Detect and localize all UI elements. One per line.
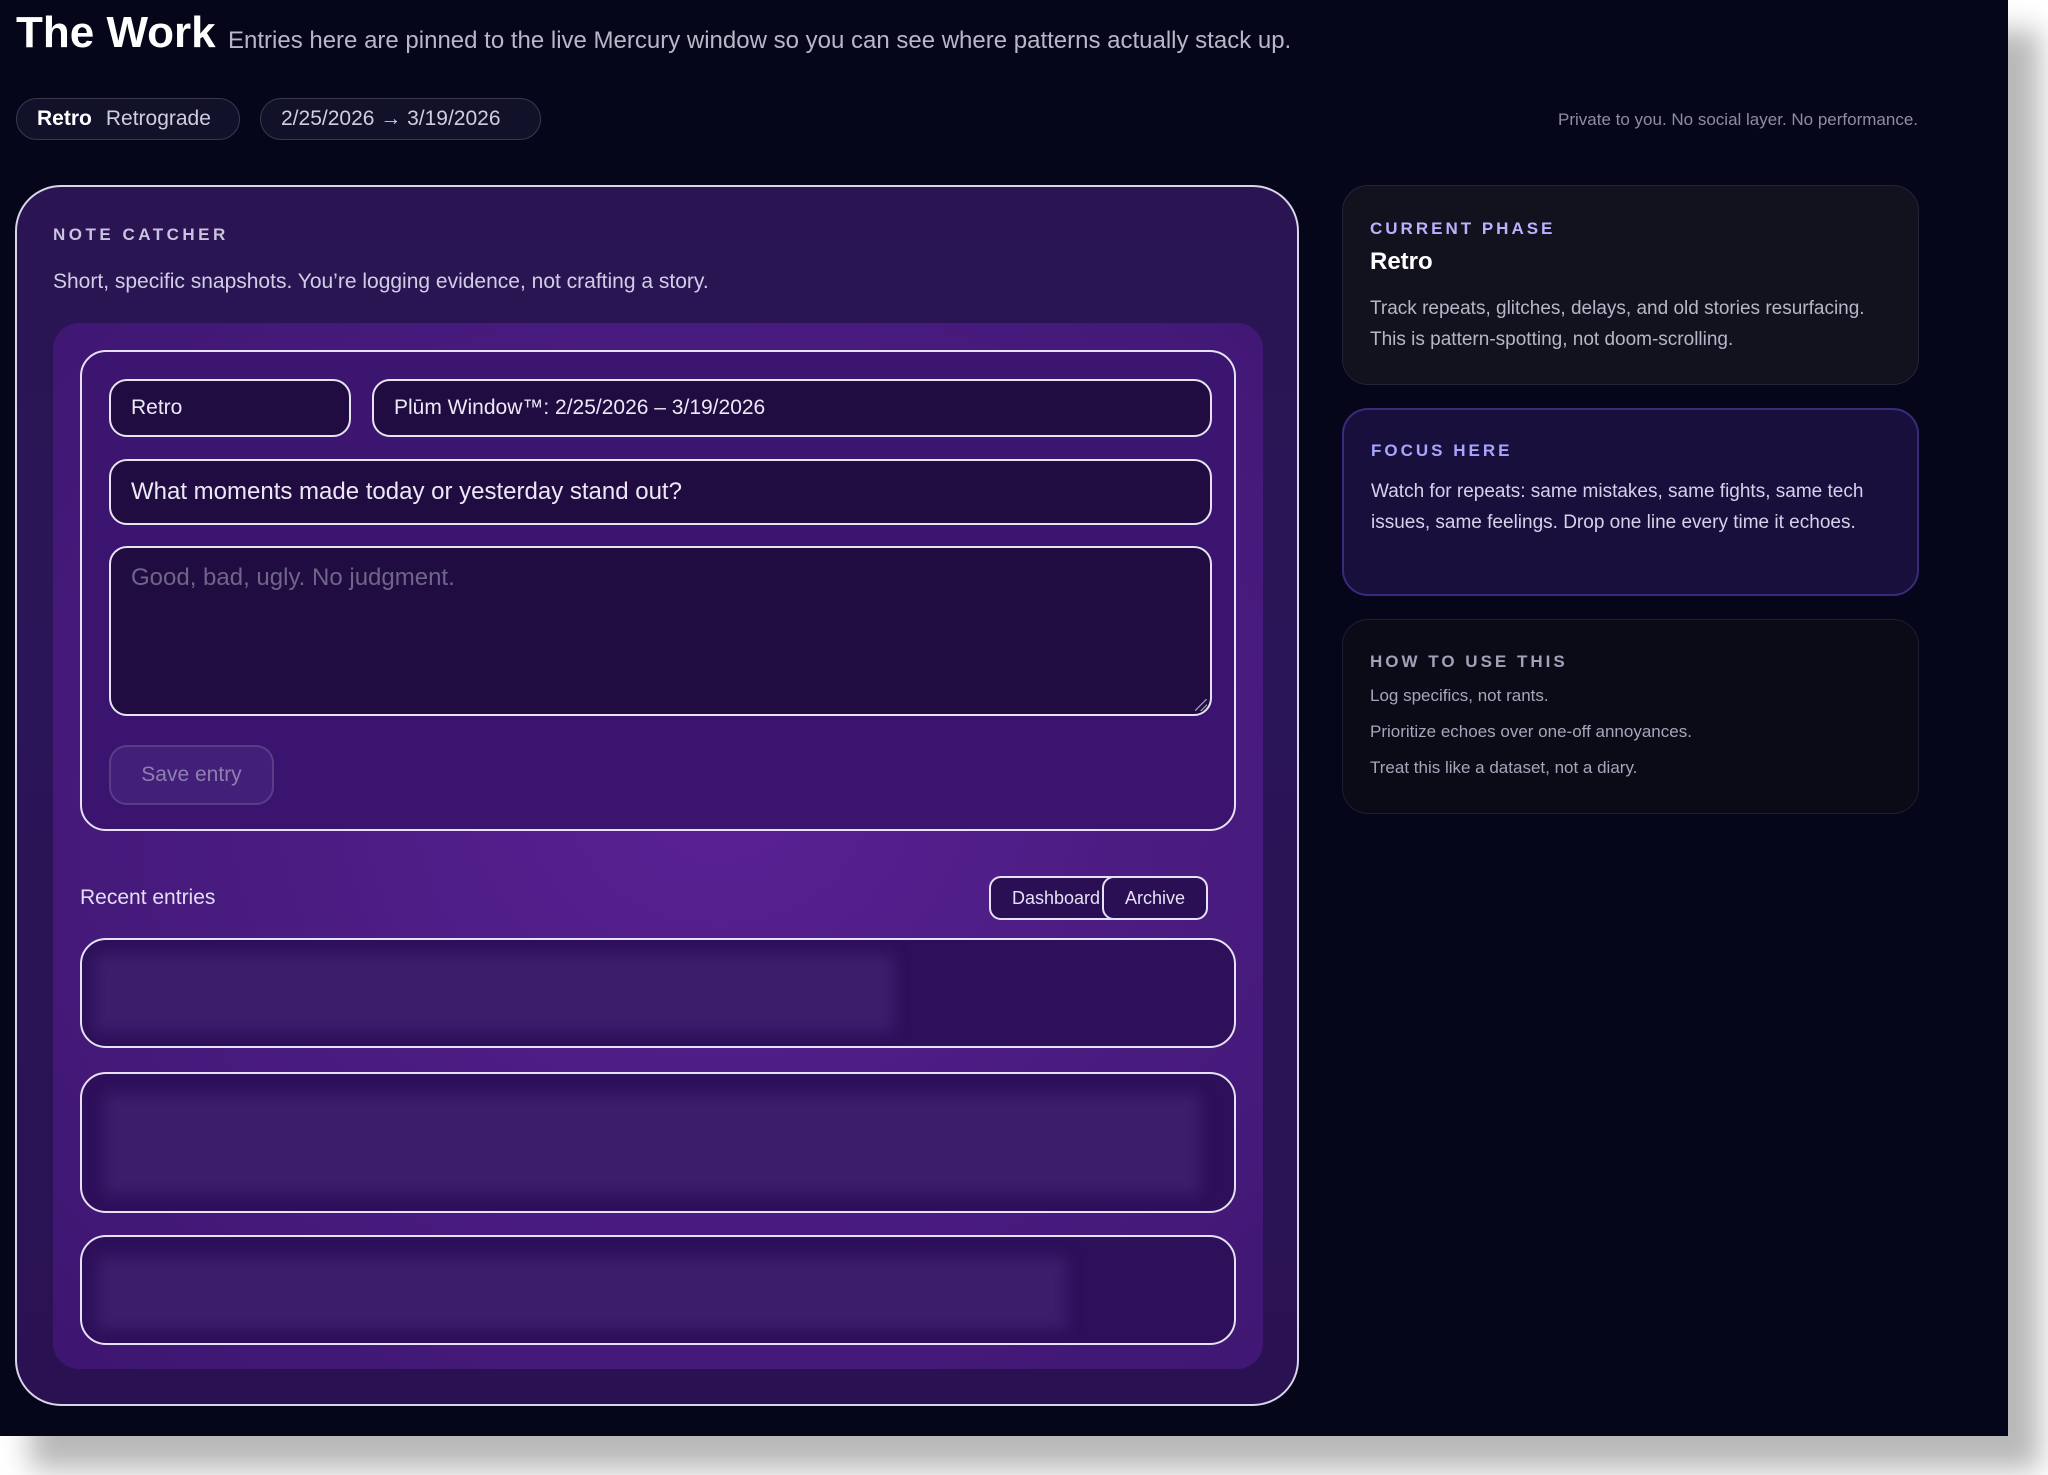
page-title: The Work <box>16 8 216 57</box>
recent-entries-label: Recent entries <box>80 886 216 909</box>
how-to-item: Log specifics, not rants. <box>1370 686 1549 705</box>
privacy-note: Private to you. No social layer. No perf… <box>1558 110 1918 129</box>
focus-description: Watch for repeats: same mistakes, same f… <box>1371 481 1864 533</box>
redacted-entry-content <box>104 1094 1200 1194</box>
current-phase-label: CURRENT PHASE <box>1370 219 1556 238</box>
recent-entry[interactable] <box>80 938 1236 1048</box>
how-to-label: HOW TO USE THIS <box>1370 652 1568 671</box>
current-phase-description: Track repeats, glitches, delays, and old… <box>1370 298 1865 350</box>
date-range-pill[interactable]: 2/25/2026 → 3/19/2026 <box>260 98 541 140</box>
resize-handle-icon[interactable] <box>1195 699 1207 711</box>
entry-placeholder: Good, bad, ugly. No judgment. <box>131 564 455 591</box>
save-entry-button[interactable]: Save entry <box>109 745 274 805</box>
how-to-item: Prioritize echoes over one-off annoyance… <box>1370 722 1692 741</box>
phase-pill-long: Retrograde <box>105 107 211 130</box>
how-to-item: Treat this like a dataset, not a diary. <box>1370 758 1638 777</box>
redacted-entry-content <box>94 954 894 1032</box>
recent-entry[interactable] <box>80 1072 1236 1213</box>
archive-button[interactable]: Archive <box>1102 876 1208 920</box>
how-to-list: Log specifics, not rants. Prioritize ech… <box>1370 685 1692 793</box>
note-catcher-label: NOTE CATCHER <box>53 225 229 244</box>
current-phase-name: Retro <box>1370 248 1433 275</box>
note-catcher-description: Short, specific snapshots. You’re loggin… <box>53 270 709 293</box>
phase-pill-short: Retro <box>37 107 92 130</box>
page-subtitle: Entries here are pinned to the live Merc… <box>228 27 1292 54</box>
redacted-entry-content <box>98 1257 1066 1329</box>
focus-label: FOCUS HERE <box>1371 441 1513 460</box>
entry-form: Retro Plūm Window™: 2/25/2026 – 3/19/202… <box>80 350 1236 831</box>
recent-entry[interactable] <box>80 1235 1236 1345</box>
phase-pill[interactable]: Retro Retrograde <box>16 98 240 140</box>
app-window: The Work Entries here are pinned to the … <box>0 0 2008 1436</box>
current-phase-card: CURRENT PHASE Retro Track repeats, glitc… <box>1342 185 1919 385</box>
phase-select[interactable]: Retro <box>109 379 351 437</box>
entry-textarea[interactable]: Good, bad, ugly. No judgment. <box>109 546 1212 716</box>
prompt-field[interactable]: What moments made today or yesterday sta… <box>109 459 1212 525</box>
note-catcher-card: NOTE CATCHER Short, specific snapshots. … <box>15 185 1299 1406</box>
note-catcher-panel: Retro Plūm Window™: 2/25/2026 – 3/19/202… <box>53 323 1263 1369</box>
focus-card: FOCUS HERE Watch for repeats: same mista… <box>1342 408 1919 596</box>
how-to-card: HOW TO USE THIS Log specifics, not rants… <box>1342 619 1919 814</box>
window-field[interactable]: Plūm Window™: 2/25/2026 – 3/19/2026 <box>372 379 1212 437</box>
